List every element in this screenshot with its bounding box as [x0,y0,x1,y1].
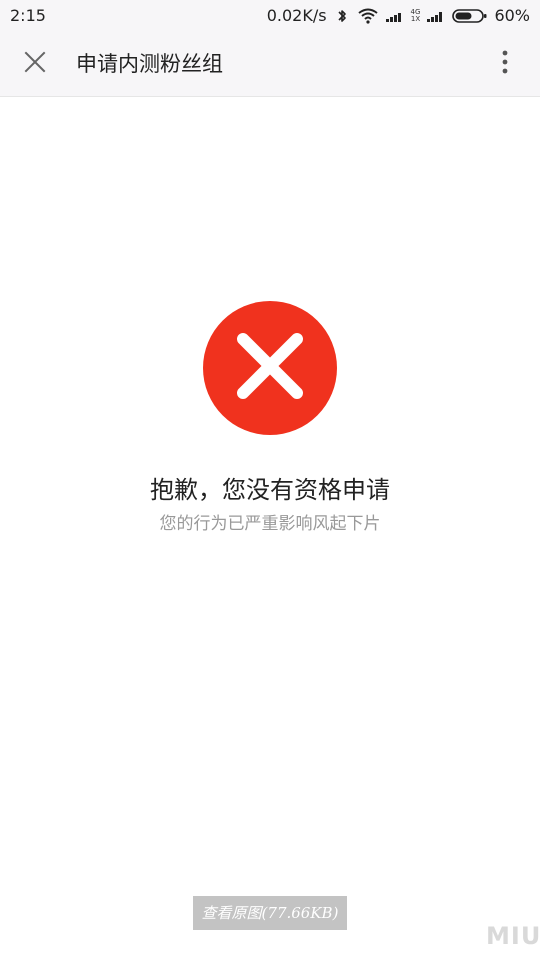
status-time: 2:15 [10,6,46,25]
close-button[interactable] [14,43,56,85]
network-speed: 0.02K/s [266,6,327,25]
network-type-bottom: 1X [410,15,421,23]
bluetooth-icon [333,8,351,24]
close-icon [23,50,47,78]
error-title: 抱歉，您没有资格申请 [150,476,390,504]
error-subtitle: 您的行为已严重影响风起下片 [159,514,381,534]
miui-watermark: MIUI [486,922,540,954]
error-badge [203,301,337,435]
signal-icon [426,8,446,24]
watermark-text: MIUI [486,922,540,950]
more-options-button[interactable] [484,43,526,85]
page-title: 申请内测粉丝组 [76,52,223,76]
signal-icon [385,8,405,24]
view-original-button[interactable]: 查看原图(77.66KB) [193,896,347,930]
network-type: 4G 1X [411,9,421,23]
app-bar: 申请内测粉丝组 [0,32,540,97]
battery-icon [452,8,488,24]
status-bar: 2:15 0.02K/s 4G 1X 60% [0,0,540,32]
status-right: 0.02K/s 4G 1X 60% [267,6,530,26]
battery-percent: 60% [494,6,530,25]
more-vertical-icon [500,49,510,79]
wifi-icon [357,8,379,24]
error-x-icon [233,329,307,407]
